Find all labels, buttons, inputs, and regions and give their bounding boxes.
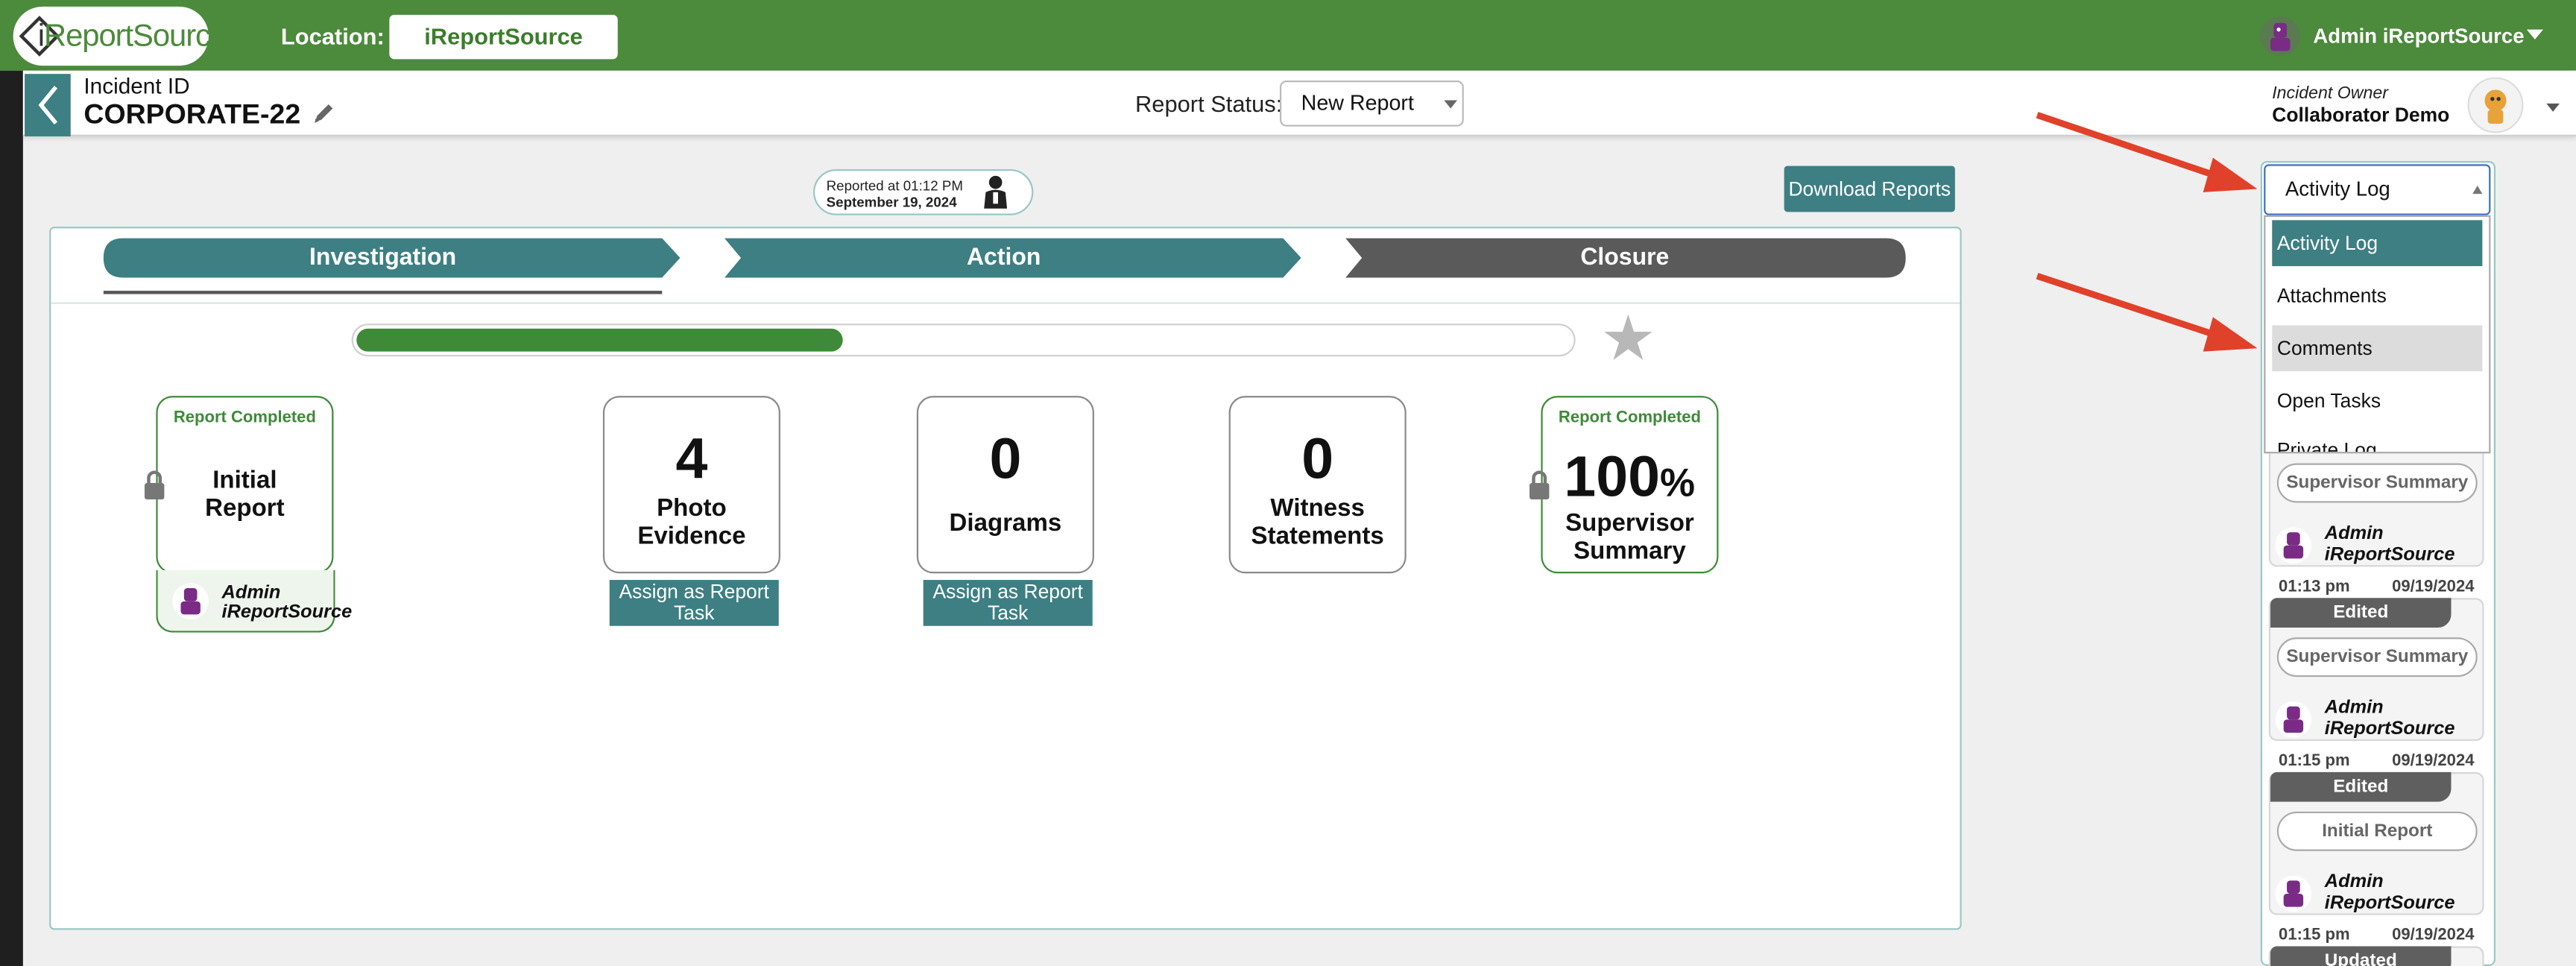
location-label: Location: (280, 22, 385, 50)
initial-report-title-line2: Report (205, 494, 285, 523)
top-bar (0, 0, 2576, 71)
lock-icon (144, 470, 165, 500)
witness-statements-title-line2: Statements (1251, 522, 1384, 551)
option-comments[interactable]: Comments (2272, 325, 2483, 372)
robot-avatar-icon (2270, 22, 2291, 51)
supervisor-summary-status: Report Completed (1558, 408, 1701, 428)
user-name-menu[interactable]: Admin iReportSource (2313, 25, 2524, 48)
incident-id-label: Incident ID (83, 74, 190, 99)
witness-statements-count: 0 (1301, 427, 1334, 492)
witness-statements-title-line1: Witness (1270, 494, 1365, 523)
activity-time: 01:15 pm (2279, 926, 2350, 945)
step-closure-label: Closure (1580, 244, 1670, 271)
report-status-label: Report Status: (1135, 90, 1283, 117)
assign-diagrams-task-button[interactable]: Assign as Report Task (923, 580, 1093, 626)
reported-date: September 19, 2024 (826, 194, 957, 211)
user-avatar[interactable] (2260, 16, 2300, 56)
activity-author-avatar (2275, 527, 2312, 564)
logo-text-rest: ReportSource (43, 19, 227, 54)
option-private-log[interactable]: Private Log (2272, 430, 2482, 452)
progress-fill (356, 328, 843, 352)
left-edge-strip (0, 70, 23, 966)
incident-owner-name: Collaborator Demo (2272, 103, 2450, 127)
activity-entry-tag: Edited (2270, 598, 2452, 628)
activity-author-line1: Admin (2324, 872, 2384, 892)
option-open-tasks[interactable]: Open Tasks (2272, 378, 2482, 424)
activity-entry-chip[interactable]: Supervisor Summary (2276, 463, 2478, 503)
step-investigation-label: Investigation (309, 244, 457, 271)
activity-date: 09/19/2024 (2392, 752, 2475, 771)
lock-icon (1530, 470, 1550, 500)
report-status-select[interactable]: New Report (1279, 80, 1464, 127)
back-button[interactable] (25, 74, 71, 136)
supervisor-summary-percent: 100 (1564, 445, 1661, 510)
activity-entry-chip[interactable]: Supervisor Summary (2276, 637, 2478, 678)
incident-id: CORPORATE-22 (83, 98, 301, 130)
photo-evidence-title-line2: Evidence (637, 522, 746, 551)
star-icon[interactable]: ★ (1600, 309, 1656, 371)
activity-entry-tag: Edited (2270, 771, 2452, 802)
annotation-arrow-head-icon (2203, 317, 2258, 352)
reporter-person-icon (984, 175, 1008, 209)
option-attachments[interactable]: Attachments (2272, 273, 2482, 319)
supervisor-summary-title-line1: Supervisor (1565, 509, 1694, 537)
activity-author-avatar (2275, 701, 2312, 738)
activity-time: 01:15 pm (2279, 752, 2350, 771)
ireportsource-logo[interactable]: iReportSource (13, 6, 227, 66)
download-reports-button[interactable]: Download Reports (1784, 165, 1955, 212)
activity-author-avatar (2275, 875, 2312, 912)
reported-time: Reported at 01:12 PM (826, 177, 963, 195)
incident-owner-label: Incident Owner (2272, 83, 2388, 104)
robot-avatar-icon (2283, 532, 2304, 559)
activity-author-line2: iReportSource (2324, 894, 2455, 914)
edit-pencil-icon[interactable] (311, 100, 337, 126)
activity-view-select[interactable]: Activity Log (2264, 164, 2491, 215)
active-step-underline (103, 291, 663, 294)
annotation-arrow-line (2036, 273, 2223, 341)
activity-author-line2: iReportSource (2324, 719, 2455, 739)
owner-robot-icon (2484, 89, 2507, 124)
photo-evidence-count: 4 (675, 427, 708, 492)
supervisor-summary-title-line2: Summary (1573, 537, 1686, 566)
report-status-caret-icon (1444, 100, 1458, 109)
robot-avatar-icon (2283, 706, 2304, 733)
assign-photo-evidence-task-button[interactable]: Assign as Report Task (609, 580, 779, 626)
activity-author-line2: iReportSource (2324, 545, 2455, 566)
activity-author-line1: Admin (2324, 698, 2384, 719)
diagrams-title: Diagrams (949, 509, 1062, 537)
annotation-arrow-head-icon (2203, 157, 2258, 192)
dropdown-caret-up-icon (2472, 186, 2483, 195)
activity-author-line1: Admin (2324, 524, 2384, 544)
percent-sign: % (1660, 461, 1696, 506)
activity-date: 09/19/2024 (2392, 926, 2475, 945)
option-activity-log[interactable]: Activity Log (2272, 220, 2483, 267)
chevron-left-icon (38, 86, 58, 125)
diagrams-count: 0 (989, 427, 1022, 492)
robot-avatar-icon (2283, 880, 2304, 907)
robot-avatar-icon (180, 588, 201, 615)
step-action-label: Action (966, 244, 1041, 271)
user-menu-caret-icon[interactable] (2526, 29, 2543, 40)
activity-entry-tag: Updated (2270, 946, 2452, 966)
activity-time: 01:13 pm (2279, 578, 2350, 597)
incident-owner-avatar[interactable] (2467, 77, 2524, 133)
photo-evidence-title-line1: Photo (657, 494, 727, 523)
author-name-line1: Admin (221, 583, 281, 603)
panel-divider (51, 302, 1960, 304)
location-selector[interactable]: iReportSource Demo (389, 14, 618, 94)
activity-entry-chip[interactable]: Initial Report (2276, 811, 2478, 851)
logo-text-i: i (37, 19, 45, 54)
owner-menu-caret-icon[interactable] (2546, 103, 2560, 112)
initial-report-status: Report Completed (173, 408, 316, 428)
author-avatar (172, 583, 209, 619)
initial-report-title-line1: Initial (212, 466, 277, 495)
author-name-line2: iReportSource (221, 602, 353, 623)
activity-date: 09/19/2024 (2392, 578, 2475, 597)
